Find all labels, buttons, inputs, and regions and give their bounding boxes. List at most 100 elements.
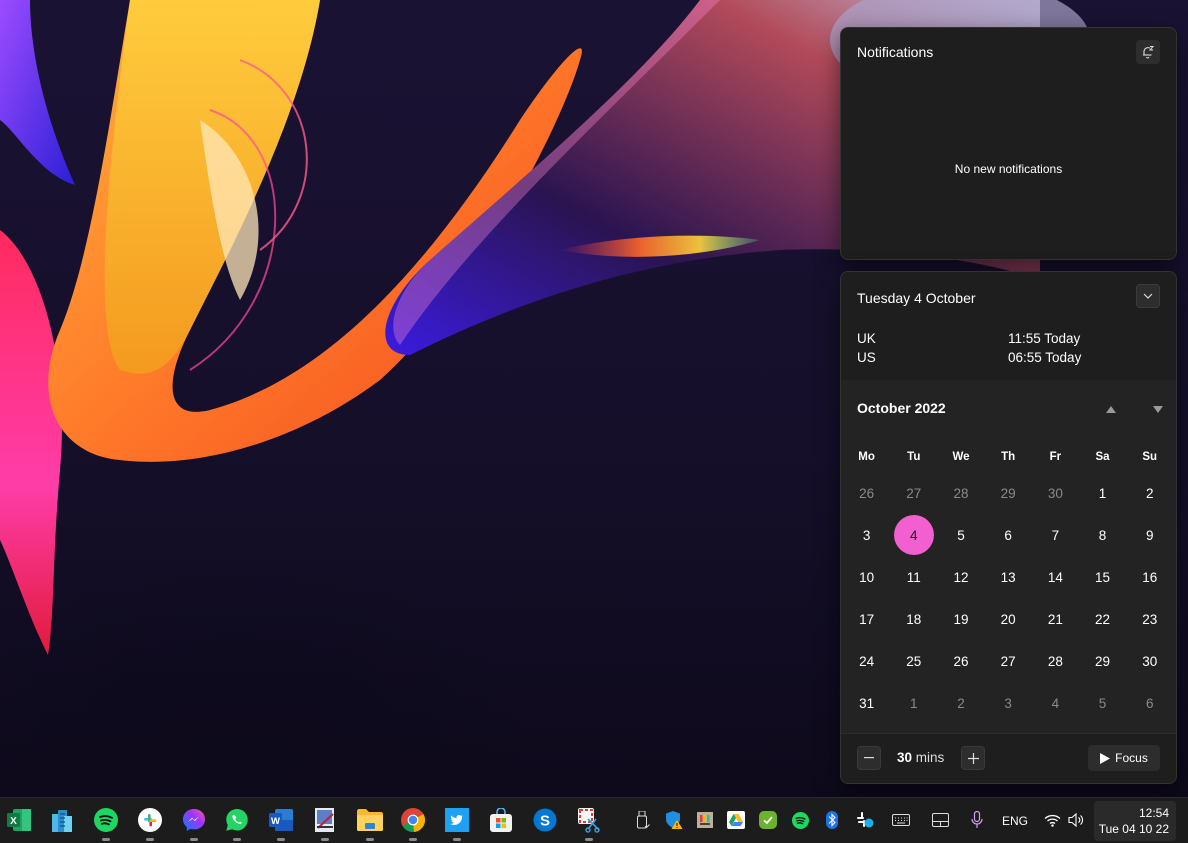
taskbar-app-snipping-tool[interactable] bbox=[576, 807, 602, 841]
calendar-day[interactable]: 9 bbox=[1126, 514, 1173, 556]
calendar-day[interactable]: 25 bbox=[890, 640, 937, 682]
tray-google-drive[interactable] bbox=[727, 810, 745, 830]
tray-touchpad[interactable] bbox=[931, 810, 949, 830]
calendar-day[interactable]: 30 bbox=[1126, 640, 1173, 682]
day-number: 11 bbox=[906, 569, 921, 585]
calendar-day[interactable]: 11 bbox=[890, 556, 937, 598]
taskbar-app-slack[interactable] bbox=[137, 807, 163, 841]
calendar-day[interactable]: 8 bbox=[1079, 514, 1126, 556]
taskbar-app-whatsapp[interactable] bbox=[224, 807, 250, 841]
previous-month-button[interactable] bbox=[1103, 402, 1119, 416]
day-number: 29 bbox=[1095, 653, 1111, 669]
tray-usb-safely-remove[interactable] bbox=[634, 810, 652, 830]
calendar-day[interactable]: 18 bbox=[890, 598, 937, 640]
input-language[interactable]: ENG bbox=[1002, 814, 1028, 828]
taskbar-app-buildings[interactable] bbox=[49, 807, 75, 833]
calendar-day[interactable]: 10 bbox=[843, 556, 890, 598]
month-title[interactable]: October 2022 bbox=[857, 400, 946, 416]
calendar-day[interactable]: 19 bbox=[937, 598, 984, 640]
calendar-day[interactable]: 20 bbox=[985, 598, 1032, 640]
taskbar-app-spotify[interactable] bbox=[93, 807, 119, 841]
calendar-day[interactable]: 7 bbox=[1032, 514, 1079, 556]
calendar-day[interactable]: 3 bbox=[985, 682, 1032, 724]
calendar-day[interactable]: 3 bbox=[843, 514, 890, 556]
taskbar-app-skype[interactable]: S bbox=[532, 807, 558, 833]
taskbar-app-paint[interactable] bbox=[312, 807, 338, 841]
taskbar-date: Tue 04 10 22 bbox=[1098, 822, 1169, 836]
calendar-day[interactable]: 2 bbox=[1126, 472, 1173, 514]
tray-spotify[interactable] bbox=[791, 810, 809, 830]
calendar-day[interactable]: 31 bbox=[843, 682, 890, 724]
calendar-day[interactable]: 29 bbox=[1079, 640, 1126, 682]
day-number: 24 bbox=[859, 653, 875, 669]
calendar-day[interactable]: 27 bbox=[985, 640, 1032, 682]
day-number: 5 bbox=[957, 527, 965, 543]
taskbar-app-word[interactable]: W bbox=[268, 807, 294, 841]
calendar-day[interactable]: 4 bbox=[1032, 682, 1079, 724]
calendar-day[interactable]: 6 bbox=[1126, 682, 1173, 724]
tray-touch-keyboard[interactable] bbox=[892, 810, 910, 830]
do-not-disturb-button[interactable] bbox=[1136, 40, 1160, 64]
day-number: 25 bbox=[906, 653, 922, 669]
day-number: 22 bbox=[1095, 611, 1111, 627]
taskbar-app-file-explorer[interactable] bbox=[357, 807, 383, 841]
calendar-day[interactable]: 28 bbox=[1032, 640, 1079, 682]
tray-microphone[interactable] bbox=[968, 810, 986, 830]
taskbar-app-twitter[interactable] bbox=[444, 807, 470, 841]
tray-windows-security[interactable] bbox=[665, 810, 683, 830]
speaker-icon bbox=[1067, 813, 1083, 827]
calendar-day[interactable]: 29 bbox=[985, 472, 1032, 514]
calendar-day[interactable]: 21 bbox=[1032, 598, 1079, 640]
calendar-day[interactable]: 13 bbox=[985, 556, 1032, 598]
day-number: 4 bbox=[893, 515, 934, 555]
decrease-minutes-button[interactable] bbox=[857, 746, 881, 770]
calendar-day[interactable]: 6 bbox=[985, 514, 1032, 556]
focus-minutes-value: 30 bbox=[897, 750, 913, 765]
weekday-header-row: Mo Tu We Th Fr Sa Su bbox=[843, 442, 1174, 472]
calendar-day[interactable]: 15 bbox=[1079, 556, 1126, 598]
taskbar-app-microsoft-store[interactable] bbox=[488, 807, 514, 833]
tray-bluetooth[interactable] bbox=[823, 810, 841, 830]
taskbar-app-chrome[interactable] bbox=[400, 807, 426, 841]
tray-volume[interactable] bbox=[1067, 810, 1085, 830]
calendar-day[interactable]: 1 bbox=[1079, 472, 1126, 514]
calendar-day[interactable]: 17 bbox=[843, 598, 890, 640]
calendar-day[interactable]: 16 bbox=[1126, 556, 1173, 598]
next-month-button[interactable] bbox=[1150, 402, 1166, 416]
collapse-calendar-button[interactable] bbox=[1136, 284, 1160, 308]
calendar-day-today[interactable]: 4 bbox=[890, 514, 937, 556]
calendar-day[interactable]: 26 bbox=[937, 640, 984, 682]
calendar-day[interactable]: 30 bbox=[1032, 472, 1079, 514]
taskbar-app-messenger[interactable] bbox=[181, 807, 207, 841]
running-indicator bbox=[453, 838, 461, 841]
increase-minutes-button[interactable] bbox=[961, 746, 985, 770]
calendar-day[interactable]: 12 bbox=[937, 556, 984, 598]
calendar-day[interactable]: 2 bbox=[937, 682, 984, 724]
tray-slack[interactable] bbox=[856, 810, 874, 830]
tray-sync-app[interactable] bbox=[759, 810, 777, 830]
running-indicator bbox=[277, 838, 285, 841]
day-number: 19 bbox=[953, 611, 969, 627]
focus-minutes-unit: mins bbox=[915, 750, 945, 765]
calendar-day[interactable]: 14 bbox=[1032, 556, 1079, 598]
weekday-label: Fr bbox=[1049, 451, 1062, 463]
calendar-day[interactable]: 22 bbox=[1079, 598, 1126, 640]
taskbar-app-excel[interactable]: X bbox=[6, 807, 32, 833]
calendar-day[interactable]: 24 bbox=[843, 640, 890, 682]
calendar-day[interactable]: 5 bbox=[1079, 682, 1126, 724]
calendar-day[interactable]: 1 bbox=[890, 682, 937, 724]
start-focus-button[interactable]: Focus bbox=[1088, 745, 1160, 771]
twitter-icon bbox=[445, 808, 469, 832]
calendar-day[interactable]: 23 bbox=[1126, 598, 1173, 640]
wifi-icon bbox=[1044, 814, 1060, 827]
taskbar-clock[interactable]: 12:54 Tue 04 10 22 bbox=[1094, 801, 1176, 841]
day-number: 30 bbox=[1047, 485, 1063, 501]
tray-display-app[interactable] bbox=[696, 810, 714, 830]
calendar-day[interactable]: 26 bbox=[843, 472, 890, 514]
calendar-day[interactable]: 5 bbox=[937, 514, 984, 556]
day-number: 3 bbox=[1004, 695, 1012, 711]
tray-wifi[interactable] bbox=[1043, 810, 1061, 830]
calendar-day[interactable]: 27 bbox=[890, 472, 937, 514]
calendar-day[interactable]: 28 bbox=[937, 472, 984, 514]
day-number: 28 bbox=[953, 485, 969, 501]
